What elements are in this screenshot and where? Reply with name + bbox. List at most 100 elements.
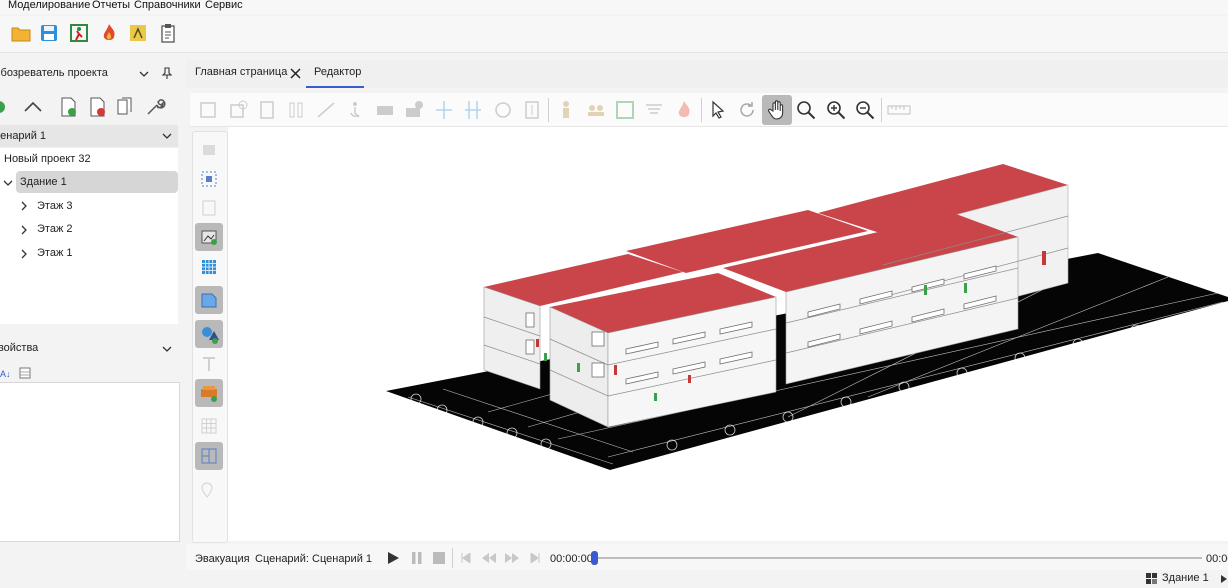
tree-item-project[interactable]: Новый проект 32 (4, 148, 91, 170)
chevron-down-icon[interactable] (138, 68, 150, 80)
chevron-down-icon[interactable] (161, 130, 173, 142)
svg-text:A↓: A↓ (0, 369, 11, 379)
location-marker-icon[interactable] (195, 477, 223, 505)
grid-view-icon[interactable] (19, 367, 31, 379)
stairs-icon[interactable] (286, 99, 308, 121)
exit-sign-icon[interactable] (614, 99, 636, 121)
chevron-right-icon[interactable] (18, 200, 30, 212)
folder-open-icon[interactable] (10, 22, 32, 44)
tree-item-floor[interactable]: Этаж 1 (37, 242, 72, 264)
playback-divider (452, 548, 453, 568)
active-tab-indicator (306, 86, 364, 88)
block-icon[interactable] (374, 99, 396, 121)
split-horizontal-icon[interactable] (433, 99, 455, 121)
properties-grid (0, 382, 180, 542)
show-textures-icon[interactable] (195, 223, 223, 251)
fire-source-icon[interactable] (673, 99, 695, 121)
tree-item-building[interactable]: Здание 1 (20, 171, 67, 193)
copy-floor-icon[interactable] (195, 194, 223, 222)
sort-icon[interactable]: A↓ (0, 366, 14, 380)
close-icon[interactable] (290, 68, 301, 79)
chevron-right-icon[interactable] (18, 248, 30, 260)
toolbar-divider (548, 98, 549, 122)
layer-visibility-icon[interactable] (195, 136, 223, 164)
scenario-label: Сценарий: (255, 553, 309, 565)
rotate-icon[interactable] (736, 99, 758, 121)
cursor-select-icon[interactable] (707, 99, 729, 121)
status-bar (0, 570, 1228, 588)
accessibility-icon[interactable] (344, 99, 366, 121)
menu-reports[interactable]: Отчеты (92, 0, 130, 11)
menu-service[interactable]: Сервис (205, 0, 243, 11)
toolbar-divider (701, 98, 702, 122)
show-furniture-icon[interactable] (195, 379, 223, 407)
ramp-icon[interactable] (315, 99, 337, 121)
search-icon[interactable] (795, 99, 817, 121)
pin-icon[interactable] (161, 67, 173, 79)
menu-bar: Моделирование Отчеты Справочники Сервис (0, 0, 1228, 14)
chevron-down-icon[interactable] (2, 177, 14, 189)
scenario-value[interactable]: Сценарий 1 (312, 553, 372, 565)
evacuation-exit-icon[interactable] (68, 22, 90, 44)
hand-pan-icon[interactable] (766, 99, 788, 121)
building-3d-model[interactable] (228, 127, 1228, 541)
end-time: 00:00 (1206, 553, 1228, 565)
select-area-icon[interactable] (195, 165, 223, 193)
rotate-elements-icon[interactable] (492, 99, 514, 121)
clipboard-icon[interactable] (157, 22, 179, 44)
door-icon[interactable] (256, 99, 278, 121)
chevron-right-icon[interactable] (18, 224, 30, 236)
ruler-icon[interactable] (887, 99, 911, 121)
map-pin-icon[interactable] (127, 22, 149, 44)
copy-document-icon[interactable] (114, 96, 136, 118)
3d-viewport[interactable] (228, 127, 1228, 541)
grid-icon[interactable] (195, 412, 223, 440)
current-time: 00:00:00 (550, 553, 593, 565)
skip-to-end-icon[interactable] (529, 553, 541, 563)
play-icon[interactable] (386, 551, 400, 565)
checker-pattern-icon[interactable] (195, 253, 223, 281)
menu-modeling[interactable]: Моделирование (8, 0, 90, 11)
show-walls-icon[interactable] (195, 286, 223, 314)
show-objects-icon[interactable] (195, 320, 223, 348)
tree-item-floor[interactable]: Этаж 3 (37, 195, 72, 217)
stop-icon[interactable] (432, 551, 446, 565)
menu-references[interactable]: Справочники (134, 0, 201, 11)
wall-icon[interactable] (197, 99, 219, 121)
split-vertical-icon[interactable] (462, 99, 484, 121)
room-add-icon[interactable] (227, 99, 249, 121)
properties-title: Свойства (0, 342, 39, 354)
tree-item-floor[interactable]: Этаж 2 (37, 218, 72, 240)
tab-editor[interactable]: Редактор (314, 66, 361, 78)
scenario-dropdown-value: Сценарий 1 (0, 130, 47, 142)
timeline-slider-handle[interactable] (591, 551, 598, 565)
chevron-right-icon[interactable] (1220, 575, 1228, 583)
status-building[interactable]: Здание 1 (1162, 572, 1209, 584)
collapse-up-icon[interactable] (22, 97, 44, 117)
fire-icon[interactable] (98, 22, 120, 44)
chevron-down-icon[interactable] (161, 343, 173, 355)
elevator-icon[interactable] (521, 99, 543, 121)
window-add-icon[interactable] (403, 99, 425, 121)
smoke-icon[interactable] (643, 99, 665, 121)
rewind-icon[interactable] (482, 553, 496, 563)
add-document-icon[interactable] (57, 96, 79, 118)
floor-plan-icon[interactable] (195, 442, 223, 470)
pause-icon[interactable] (410, 551, 424, 565)
person-icon[interactable] (555, 99, 577, 121)
people-group-icon[interactable] (585, 99, 607, 121)
zoom-out-icon[interactable] (854, 99, 876, 121)
zoom-in-icon[interactable] (825, 99, 847, 121)
skip-to-start-icon[interactable] (460, 553, 472, 563)
building-icon (1146, 573, 1157, 584)
add-icon[interactable] (0, 96, 10, 118)
save-icon[interactable] (38, 22, 60, 44)
tab-home[interactable]: Главная страница (195, 66, 287, 78)
timeline-track[interactable] (594, 557, 1202, 559)
toolbar-divider (881, 98, 882, 122)
text-tool-icon[interactable] (195, 350, 223, 378)
wrench-icon[interactable] (144, 96, 166, 118)
main-toolbar (0, 16, 1228, 53)
fast-forward-icon[interactable] (505, 553, 519, 563)
delete-document-icon[interactable] (86, 96, 108, 118)
